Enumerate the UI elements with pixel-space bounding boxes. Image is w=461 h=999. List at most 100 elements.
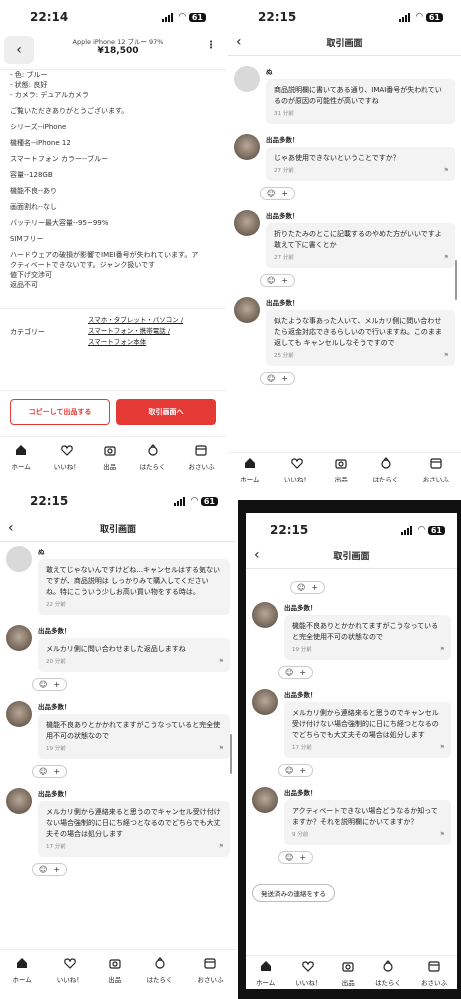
- tab-label: いいね！: [295, 979, 322, 987]
- tab-item[interactable]: いいね！: [295, 959, 321, 987]
- avatar[interactable]: [252, 689, 278, 715]
- copy-listing-button[interactable]: コピーして出品する: [10, 399, 110, 425]
- reaction-button[interactable]: ☺ +: [278, 851, 314, 864]
- description-line: 返品不可: [10, 281, 38, 289]
- wallet-icon: [427, 959, 441, 975]
- clock: 22:15: [270, 523, 309, 537]
- send-contact-button[interactable]: 発送済みの連絡をする: [252, 884, 335, 902]
- chat-screen-4: 22:15 ◠ 61 ‹ 取引画面 ☺ + 出品多数！ 機能不良ありとかかれてますがこ…: [246, 513, 457, 989]
- tab-item[interactable]: はたらく: [375, 959, 401, 987]
- reaction-button[interactable]: ☺ +: [260, 372, 296, 385]
- bag-icon: [381, 959, 395, 975]
- avatar[interactable]: [234, 134, 260, 160]
- sender-name: 出品多数！: [38, 790, 71, 798]
- tab-label: おさいふ: [197, 976, 224, 984]
- tab-item[interactable]: 出品: [108, 956, 122, 984]
- message-time: 19 分前: [46, 746, 66, 752]
- description-line: 機種名--iPhone 12: [10, 139, 71, 147]
- smile-icon: ☺: [267, 189, 276, 198]
- flag-icon[interactable]: ⚑: [444, 350, 449, 361]
- chat-message: 出品多数！ 似たような事あった人いて、メルカリ側に問い合わせたら返金対応できるらし…: [228, 297, 461, 385]
- clock: 22:14: [30, 10, 69, 24]
- scrollbar[interactable]: [230, 734, 232, 774]
- scrollbar[interactable]: [455, 260, 457, 300]
- reaction-button[interactable]: ☺ +: [278, 764, 314, 777]
- tab-item[interactable]: 出品: [103, 443, 117, 471]
- avatar[interactable]: [6, 788, 32, 814]
- tab-label: 出品: [108, 976, 122, 984]
- chat-message: ぬ敢えてじゃないんですけどね...キャンセルはする気ないですが、商品説明は しっ…: [0, 546, 236, 615]
- reaction-button[interactable]: ☺ +: [290, 581, 326, 594]
- sender-name: ぬ: [266, 68, 273, 76]
- tab-item[interactable]: 出品: [334, 456, 348, 482]
- avatar[interactable]: [252, 602, 278, 628]
- message-time: 25 分前: [274, 353, 294, 359]
- camera-icon: [334, 456, 348, 472]
- avatar[interactable]: [252, 787, 278, 813]
- avatar[interactable]: [234, 66, 260, 92]
- tab-item[interactable]: はたらく: [147, 956, 173, 984]
- tab-item[interactable]: おさいふ: [197, 956, 223, 984]
- tab-item[interactable]: ホーム: [12, 956, 32, 984]
- flag-icon[interactable]: ⚑: [440, 742, 445, 753]
- tab-item[interactable]: いいね！: [284, 456, 310, 482]
- description-line: クティベートできないです。ジャンク扱いです: [10, 261, 156, 269]
- reaction-button[interactable]: ☺ +: [32, 863, 68, 876]
- message-body: ぬ敢えてじゃないんですけどね...キャンセルはする気ないですが、商品説明は しっ…: [6, 546, 236, 615]
- tab-item[interactable]: ホーム: [240, 456, 259, 482]
- wallet-icon: [194, 443, 208, 459]
- reaction-button[interactable]: ☺ +: [278, 666, 314, 679]
- flag-icon[interactable]: ⚑: [219, 743, 224, 754]
- tab-item[interactable]: はたらく: [140, 443, 166, 471]
- signal-icon: [400, 525, 415, 535]
- tab-item[interactable]: いいね！: [57, 956, 83, 984]
- description-line: 値下げ交渉可: [10, 271, 52, 279]
- avatar[interactable]: [6, 625, 32, 651]
- flag-icon[interactable]: ⚑: [444, 252, 449, 263]
- more-menu-icon[interactable]: ⋮: [206, 40, 216, 51]
- back-button[interactable]: ‹: [4, 36, 34, 64]
- plus-icon: +: [53, 767, 61, 776]
- avatar[interactable]: [6, 546, 32, 572]
- category-link-2[interactable]: スマートフォン・携帯電話 /: [88, 326, 183, 337]
- battery-icon: 61: [425, 12, 443, 22]
- avatar[interactable]: [6, 701, 32, 727]
- description-line: 画面割れ--なし: [10, 203, 58, 211]
- smile-icon: ☺: [39, 865, 48, 874]
- reaction-button[interactable]: ☺ +: [32, 678, 68, 691]
- avatar[interactable]: [234, 210, 260, 236]
- flag-icon[interactable]: ⚑: [440, 644, 445, 655]
- message-bubble: メルカリ側から連絡来ると思うのでキャンセル受け付けない場合強制的に日にち経つとな…: [284, 702, 451, 758]
- flag-icon[interactable]: ⚑: [444, 165, 449, 176]
- message-body: 出品多数！ メルカリ側から連絡来ると思うのでキャンセル受け付けない場合強制的に日に…: [6, 788, 236, 857]
- tab-item[interactable]: おさいふ: [188, 443, 214, 471]
- message-text: メルカリ側から連絡来ると思うのでキャンセル受け付けない場合強制的に日にち経つとな…: [292, 709, 439, 739]
- category-link-1[interactable]: スマホ・タブレット・パソコン /: [88, 315, 183, 326]
- tab-item[interactable]: ホーム: [256, 959, 275, 987]
- message-bubble: 似たような事あった人いて、メルカリ側に問い合わせたら返金対応できるらしいので行い…: [266, 310, 455, 366]
- sender-name: 出品多数！: [266, 212, 299, 220]
- reaction-button[interactable]: ☺ +: [260, 274, 296, 287]
- category-link-3[interactable]: スマートフォン本体: [88, 337, 183, 348]
- reaction-button[interactable]: ☺ +: [260, 187, 296, 200]
- camera-icon: [108, 956, 122, 972]
- status-bar: 22:14 ◠ 61: [0, 0, 226, 24]
- tab-item[interactable]: おさいふ: [421, 959, 447, 987]
- flag-icon[interactable]: ⚑: [440, 829, 445, 840]
- tab-item[interactable]: いいね！: [54, 443, 80, 471]
- product-title: Apple iPhone 12 ブルー 97%: [72, 38, 164, 46]
- trade-screen-button[interactable]: 取引画面へ: [116, 399, 216, 425]
- tab-item[interactable]: はたらく: [373, 456, 398, 482]
- flag-icon[interactable]: ⚑: [219, 841, 224, 852]
- tab-item[interactable]: 出品: [341, 959, 355, 987]
- tab-label: いいね！: [53, 463, 80, 471]
- message-time: 31 分前: [274, 111, 294, 117]
- avatar[interactable]: [234, 297, 260, 323]
- flag-icon[interactable]: ⚑: [219, 656, 224, 667]
- chat-message: 出品多数！ 機能不良ありとかかれてますがこうなっていると完全使用不可の状態なので 1…: [0, 701, 236, 778]
- tab-item[interactable]: おさいふ: [423, 456, 449, 482]
- sender-name: 出品多数！: [266, 299, 299, 307]
- tab-item[interactable]: ホーム: [11, 443, 31, 471]
- reaction-button[interactable]: ☺ +: [32, 765, 68, 778]
- plus-icon: +: [53, 865, 61, 874]
